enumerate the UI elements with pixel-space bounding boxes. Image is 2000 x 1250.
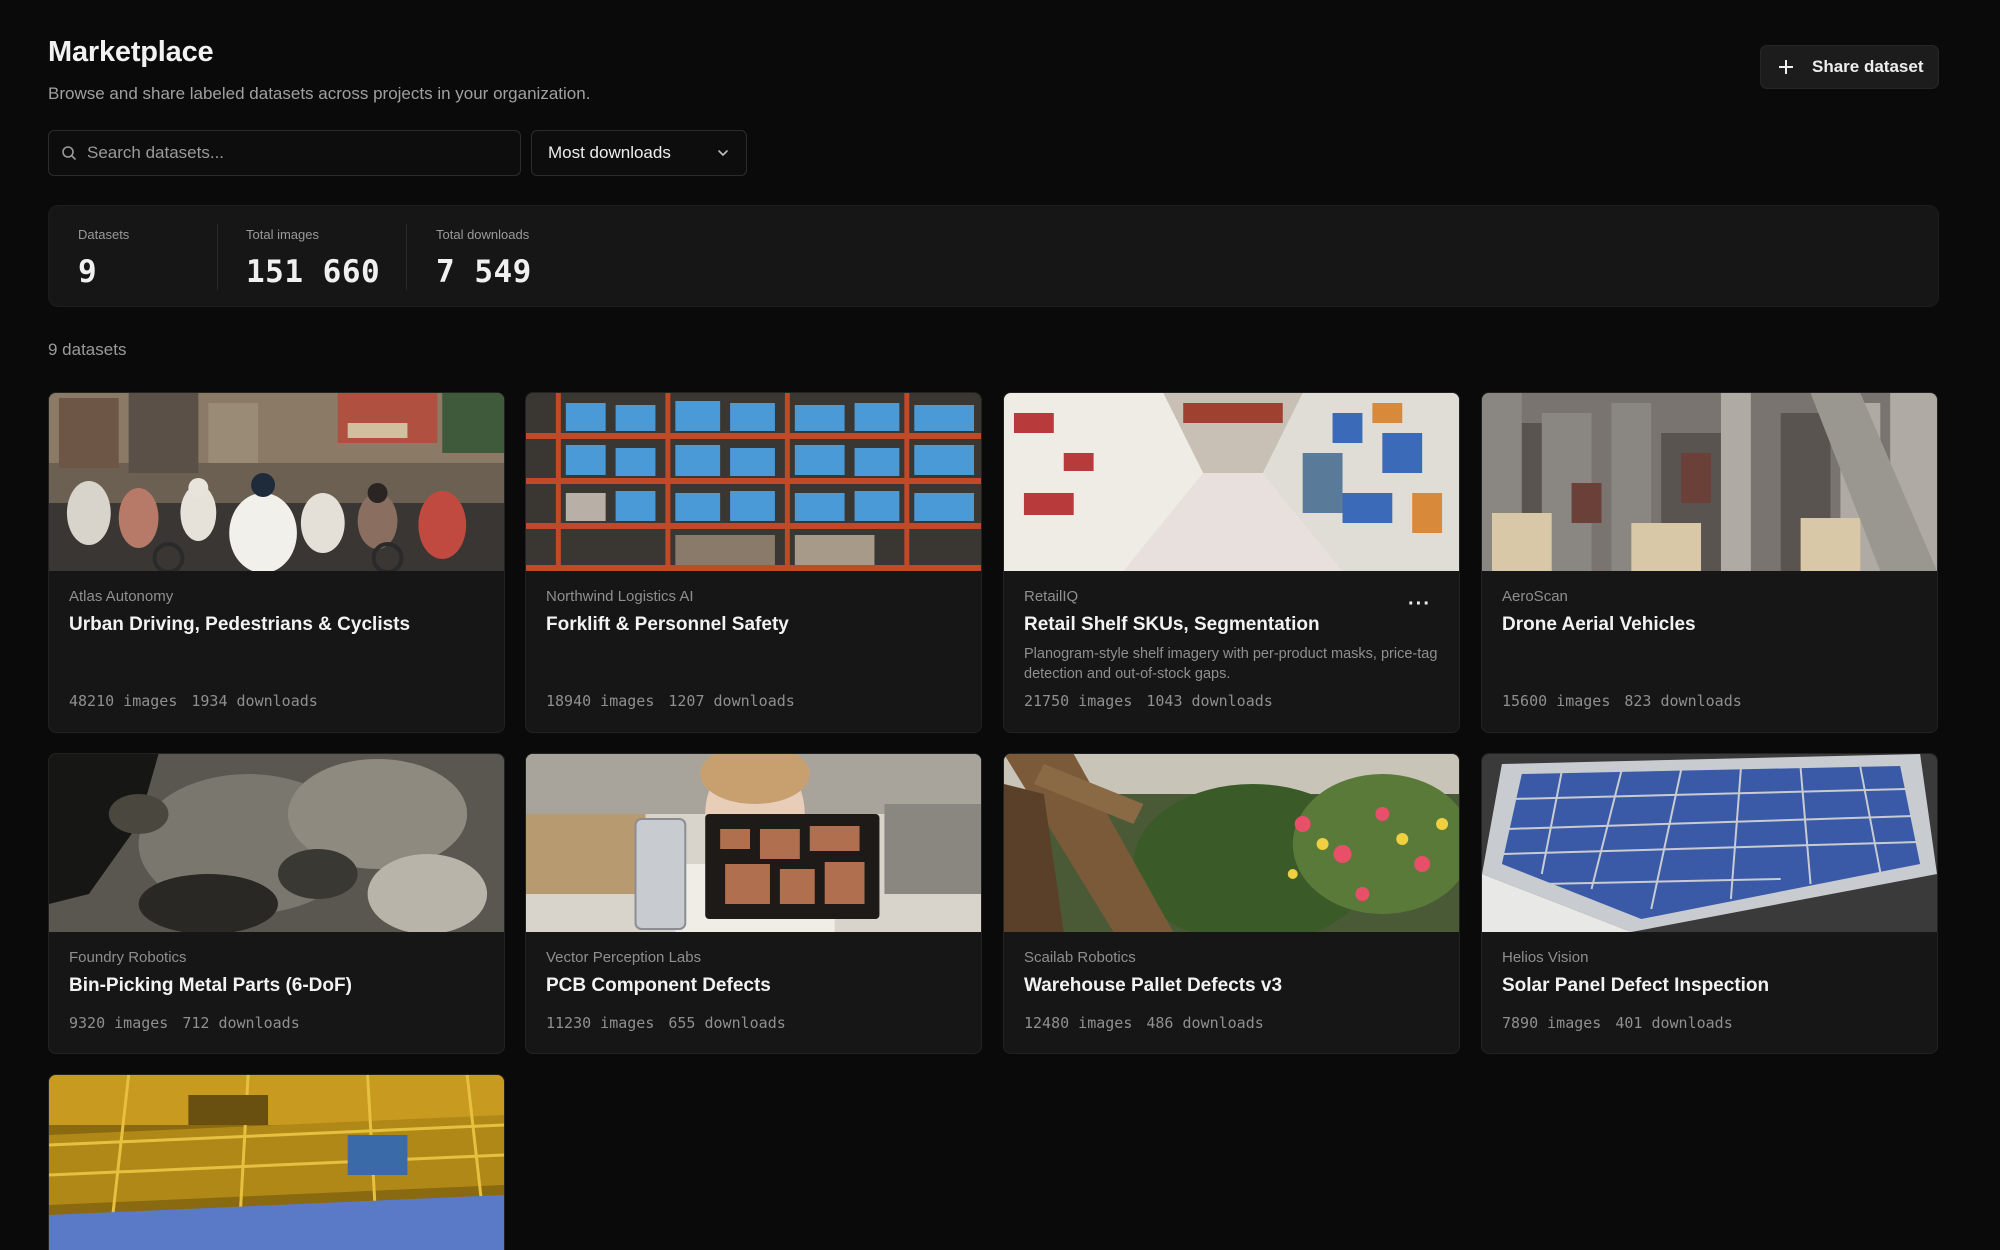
card-org: Atlas Autonomy: [69, 588, 174, 605]
card-images: 21750 images: [1024, 692, 1133, 710]
card-images: 48210 images: [69, 692, 178, 710]
card-meta: 48210 images 1934 downloads: [69, 692, 318, 710]
card-downloads: 1207 downloads: [668, 692, 795, 710]
sort-selected-value: Most downloads: [548, 143, 671, 162]
card-org: Foundry Robotics: [69, 949, 187, 966]
card-images: 7890 images: [1502, 1014, 1602, 1032]
share-dataset-button[interactable]: Share dataset: [1760, 45, 1939, 89]
more-options-icon[interactable]: ···: [1408, 593, 1431, 616]
card-images: 12480 images: [1024, 1014, 1133, 1032]
dataset-card[interactable]: Foundry Robotics Bin-Picking Metal Parts…: [48, 753, 505, 1054]
dataset-thumbnail: [1482, 393, 1937, 571]
card-downloads: 486 downloads: [1146, 1014, 1264, 1032]
stat-value: 9: [78, 254, 98, 290]
card-title: Retail Shelf SKUs, Segmentation: [1024, 614, 1320, 635]
dataset-count: 9 datasets: [48, 340, 127, 359]
card-meta: 7890 images 401 downloads: [1502, 1014, 1733, 1032]
share-dataset-label: Share dataset: [1812, 57, 1924, 76]
card-meta: 21750 images 1043 downloads: [1024, 692, 1273, 710]
search-box[interactable]: [48, 130, 521, 176]
stat-datasets: Datasets 9: [78, 227, 129, 290]
stat-total-images: Total images 151 660: [246, 227, 380, 290]
dataset-thumbnail: [526, 393, 981, 571]
card-images: 15600 images: [1502, 692, 1611, 710]
card-images: 18940 images: [546, 692, 655, 710]
card-images: 9320 images: [69, 1014, 169, 1032]
card-org: Northwind Logistics AI: [546, 588, 694, 605]
card-org: Vector Perception Labs: [546, 949, 702, 966]
dataset-thumbnail: [49, 1075, 504, 1250]
dataset-thumbnail: [1004, 393, 1459, 571]
card-meta: 15600 images 823 downloads: [1502, 692, 1742, 710]
stat-value: 151 660: [246, 254, 381, 290]
page-header: Marketplace Browse and share labeled dat…: [48, 36, 590, 104]
dataset-card[interactable]: AeroScan Drone Aerial Vehicles 15600 ima…: [1481, 392, 1938, 733]
card-meta: 9320 images 712 downloads: [69, 1014, 300, 1032]
search-input[interactable]: [87, 143, 507, 163]
dataset-card[interactable]: Helios Vision Solar Panel Defect Inspect…: [1481, 753, 1938, 1054]
card-meta: 18940 images 1207 downloads: [546, 692, 795, 710]
stat-label: Datasets: [78, 227, 130, 242]
card-title: Urban Driving, Pedestrians & Cyclists: [69, 614, 411, 635]
stat-total-downloads: Total downloads 7 549: [436, 227, 532, 290]
stat-label: Total images: [246, 227, 319, 242]
page-title: Marketplace: [48, 36, 214, 68]
card-title: Bin-Picking Metal Parts (6-DoF): [69, 975, 352, 996]
card-downloads: 401 downloads: [1615, 1014, 1733, 1032]
card-org: Scailab Robotics: [1024, 949, 1136, 966]
card-images: 11230 images: [546, 1014, 655, 1032]
stats-panel: Datasets 9 Total images 151 660 Total do…: [48, 205, 1939, 307]
dataset-thumbnail: [526, 754, 981, 932]
card-downloads: 823 downloads: [1624, 692, 1742, 710]
card-org: AeroScan: [1502, 588, 1568, 605]
card-title: Forklift & Personnel Safety: [546, 614, 789, 635]
card-downloads: 712 downloads: [182, 1014, 300, 1032]
card-title: Solar Panel Defect Inspection: [1502, 975, 1770, 996]
dataset-card[interactable]: Northwind Logistics AI Forklift & Person…: [525, 392, 982, 733]
card-downloads: 1934 downloads: [191, 692, 318, 710]
dataset-card[interactable]: RetailIQ ··· Retail Shelf SKUs, Segmenta…: [1003, 392, 1460, 733]
dataset-thumbnail: [1004, 754, 1459, 932]
card-title: Drone Aerial Vehicles: [1502, 614, 1696, 635]
card-title: PCB Component Defects: [546, 975, 771, 996]
card-org: RetailIQ: [1024, 588, 1079, 605]
card-downloads: 1043 downloads: [1146, 692, 1273, 710]
card-org: Helios Vision: [1502, 949, 1589, 966]
stat-label: Total downloads: [436, 227, 530, 242]
card-meta: 12480 images 486 downloads: [1024, 1014, 1264, 1032]
page-subtitle: Browse and share labeled datasets across…: [48, 84, 591, 103]
card-downloads: 655 downloads: [668, 1014, 786, 1032]
search-icon: [62, 146, 76, 160]
chevron-down-icon: [718, 150, 728, 156]
dataset-thumbnail: [49, 393, 504, 571]
stat-divider: [217, 224, 218, 290]
stat-value: 7 549: [436, 254, 532, 290]
card-meta: 11230 images 655 downloads: [546, 1014, 786, 1032]
dataset-card[interactable]: Scailab Robotics Warehouse Pallet Defect…: [1003, 753, 1460, 1054]
dataset-thumbnail: [1482, 754, 1937, 932]
dataset-card[interactable]: [48, 1074, 505, 1250]
plus-icon: [1777, 58, 1795, 76]
dataset-thumbnail: [49, 754, 504, 932]
stat-divider: [406, 224, 407, 290]
card-title: Warehouse Pallet Defects v3: [1024, 975, 1283, 996]
card-description: Planogram-style shelf imagery with per-p…: [1024, 646, 1438, 682]
dataset-card[interactable]: Vector Perception Labs PCB Component Def…: [525, 753, 982, 1054]
dataset-card[interactable]: Atlas Autonomy Urban Driving, Pedestrian…: [48, 392, 505, 733]
sort-select[interactable]: Most downloads: [531, 130, 747, 176]
